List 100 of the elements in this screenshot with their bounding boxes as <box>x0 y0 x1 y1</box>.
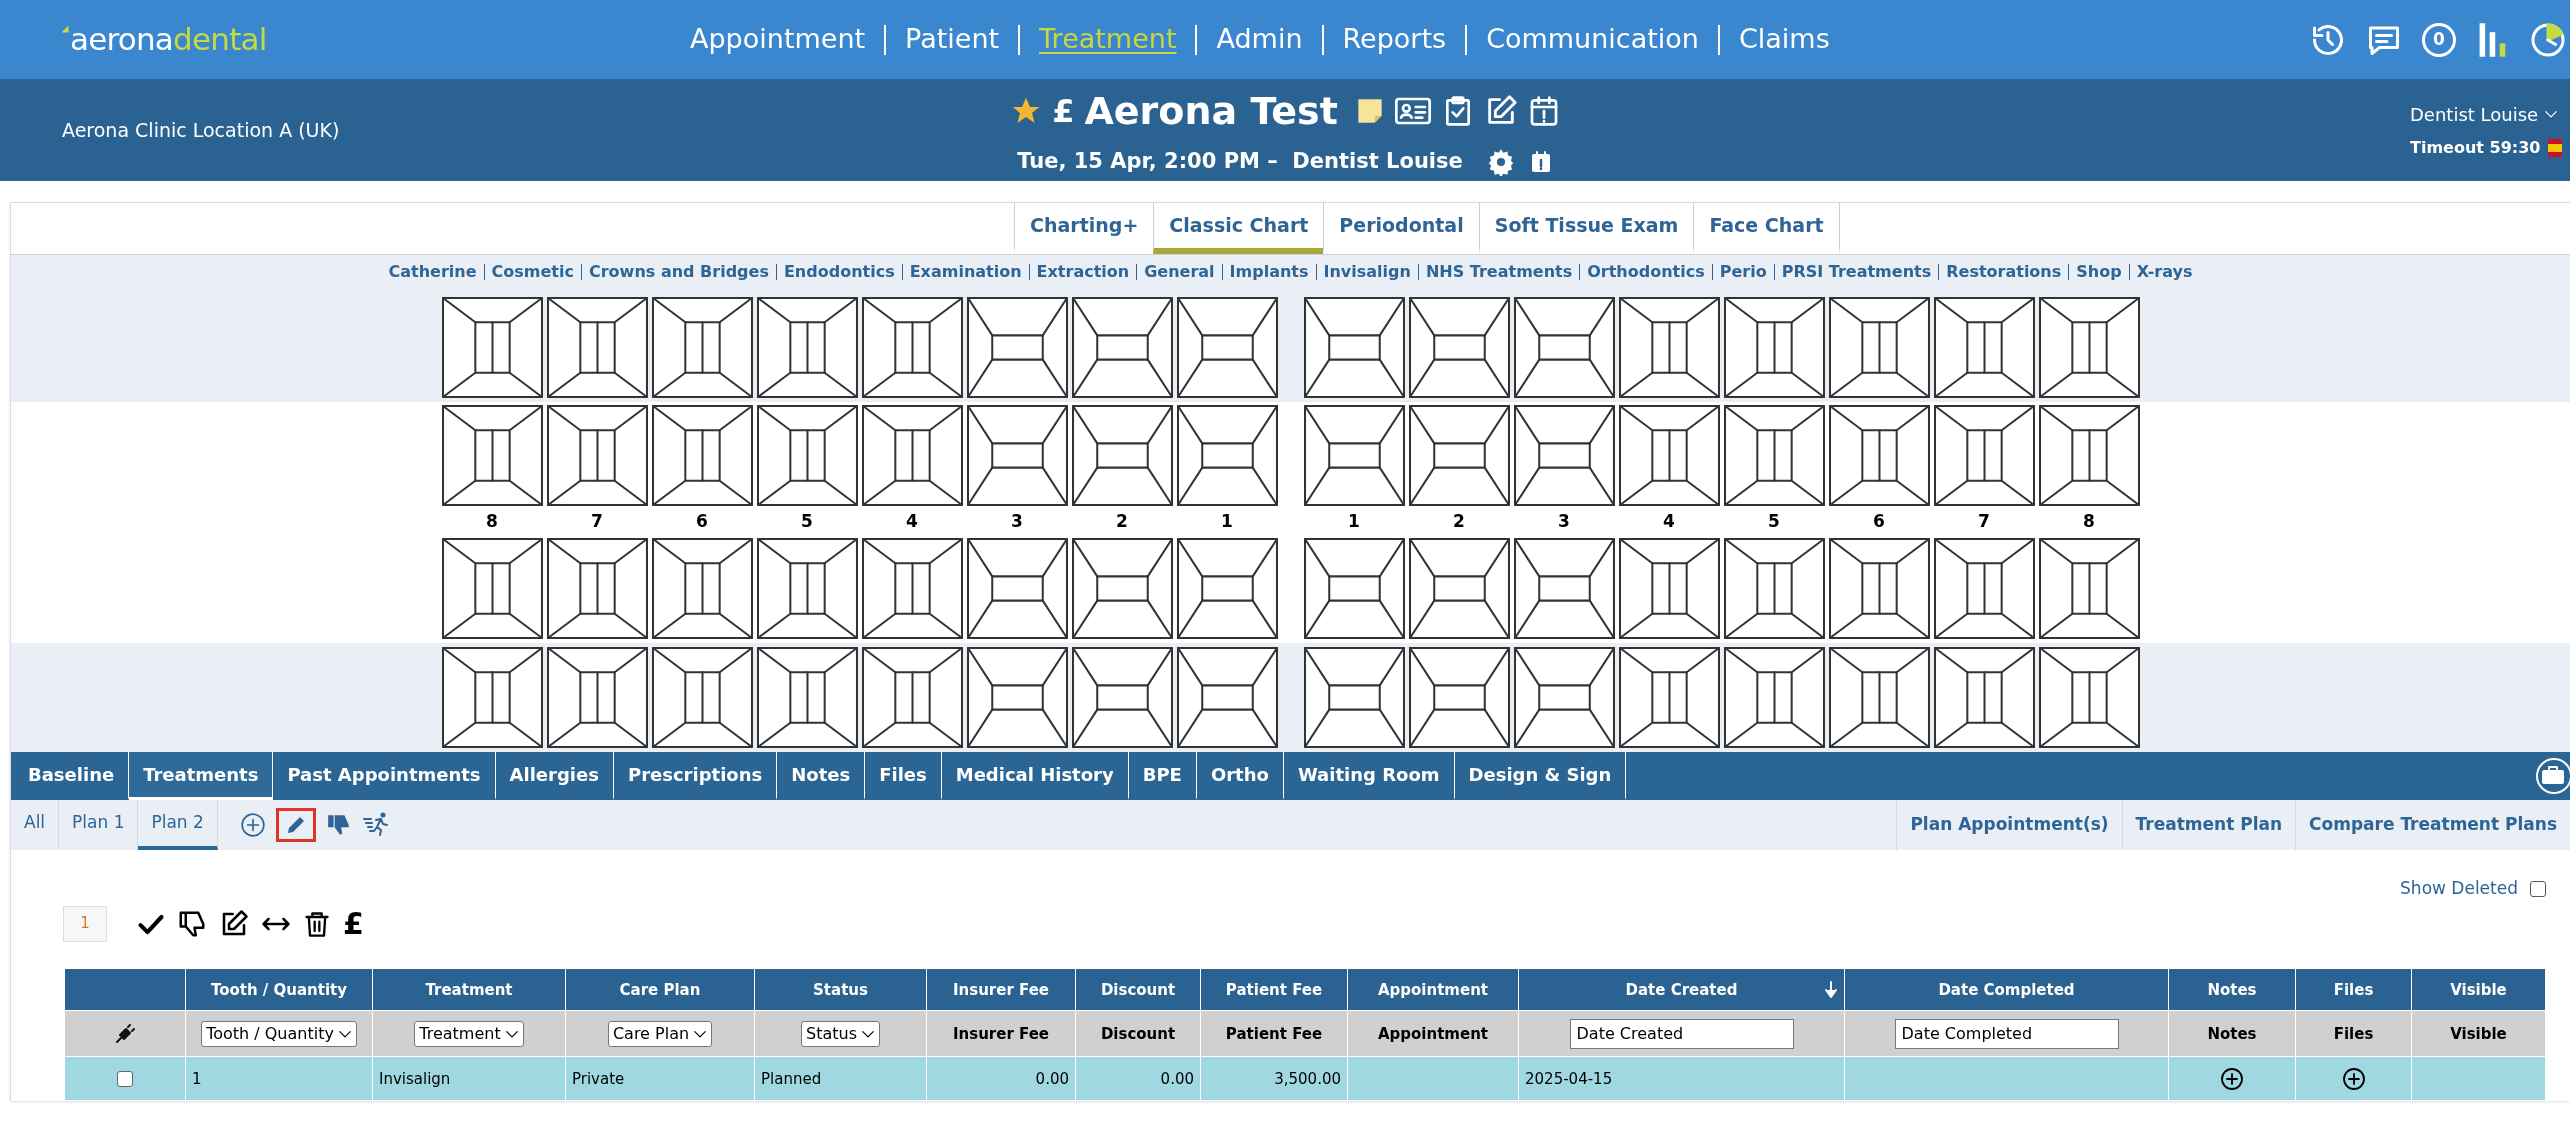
category-link[interactable]: Examination <box>909 260 1022 284</box>
tooth-diagram[interactable] <box>546 405 648 506</box>
tooth-diagram[interactable] <box>861 297 963 398</box>
tooth-diagram[interactable] <box>1828 405 1930 506</box>
tooth-diagram[interactable] <box>1513 647 1615 748</box>
category-link[interactable]: Perio <box>1719 260 1767 284</box>
plan-link[interactable]: Treatment Plan <box>2121 800 2296 850</box>
filter-field[interactable]: Date Created <box>1569 1018 1794 1049</box>
category-link[interactable]: Orthodontics <box>1587 260 1705 284</box>
tooth-diagram[interactable] <box>1723 297 1825 398</box>
tooth-diagram[interactable] <box>1828 297 1930 398</box>
tooth-diagram[interactable] <box>1933 405 2035 506</box>
tooth-diagram[interactable] <box>1723 647 1825 748</box>
tooth-diagram[interactable] <box>651 297 753 398</box>
user-name[interactable]: Dentist Louise <box>2410 100 2539 128</box>
tooth-diagram[interactable] <box>756 297 858 398</box>
tooth-diagram[interactable] <box>1071 297 1173 398</box>
plan-tab[interactable]: Plan 2 <box>138 800 218 850</box>
tooth-diagram[interactable] <box>861 405 963 506</box>
plan-link[interactable]: Compare Treatment Plans <box>2295 800 2570 850</box>
tooth-diagram[interactable] <box>1408 405 1510 506</box>
patient-name[interactable]: Aerona Test <box>1084 82 1338 140</box>
currency-button[interactable]: £ <box>343 908 364 939</box>
column-header[interactable]: Care Plan <box>619 980 701 999</box>
tooth-diagram[interactable] <box>1933 297 2035 398</box>
tooth-diagram[interactable] <box>966 297 1068 398</box>
edit-button[interactable] <box>275 808 316 842</box>
nav-link[interactable]: Patient <box>905 19 1000 60</box>
tooth-diagram[interactable] <box>651 647 753 748</box>
tooth-diagram[interactable] <box>966 538 1068 639</box>
nav-link[interactable]: Reports <box>1342 19 1447 60</box>
filter-field[interactable]: Date Completed <box>1894 1018 2119 1049</box>
tooth-diagram[interactable] <box>2038 297 2140 398</box>
column-header[interactable]: Status <box>813 980 868 999</box>
category-link[interactable]: PRSI Treatments <box>1781 260 1932 284</box>
tooth-diagram[interactable] <box>1723 538 1825 639</box>
tooth-diagram[interactable] <box>1408 647 1510 748</box>
tooth-diagram[interactable] <box>441 405 543 506</box>
tooth-diagram[interactable] <box>1303 538 1405 639</box>
plug-icon[interactable] <box>113 1021 137 1046</box>
tooth-diagram[interactable] <box>2038 405 2140 506</box>
tooth-diagram[interactable] <box>1176 538 1278 639</box>
chart-tab[interactable]: Charting+ <box>1014 203 1154 254</box>
tooth-diagram[interactable] <box>1071 405 1173 506</box>
column-header[interactable]: Notes <box>2207 980 2257 999</box>
tooth-diagram[interactable] <box>966 405 1068 506</box>
tooth-diagram[interactable] <box>546 297 648 398</box>
column-header[interactable]: Files <box>2333 980 2374 999</box>
filter-select[interactable]: Treatment <box>414 1020 524 1047</box>
sticky-note-icon[interactable] <box>1355 97 1384 126</box>
category-link[interactable]: Endodontics <box>783 260 895 284</box>
nav-link[interactable]: Communication <box>1486 19 1699 60</box>
category-link[interactable]: NHS Treatments <box>1425 260 1573 284</box>
plus-circle-icon[interactable] <box>2341 1066 2366 1091</box>
tooth-diagram[interactable] <box>1071 538 1173 639</box>
tooth-diagram[interactable] <box>1408 538 1510 639</box>
nav-link[interactable]: Admin <box>1216 19 1303 60</box>
show-deleted-label[interactable]: Show Deleted <box>2400 876 2518 902</box>
plan-tab[interactable]: All <box>11 800 60 850</box>
tooth-diagram[interactable] <box>756 538 858 639</box>
tooth-diagram[interactable] <box>1303 297 1405 398</box>
tooth-diagram[interactable] <box>966 647 1068 748</box>
category-link[interactable]: Cosmetic <box>491 260 574 284</box>
logo[interactable]: aeronadental <box>60 24 690 55</box>
tooth-diagram[interactable] <box>1513 538 1615 639</box>
tooth-diagram[interactable] <box>651 538 753 639</box>
tooth-diagram[interactable] <box>861 647 963 748</box>
category-link[interactable]: X-rays <box>2136 260 2193 284</box>
category-link[interactable]: Implants <box>1229 260 1309 284</box>
tooth-diagram[interactable] <box>1618 405 1720 506</box>
filter-select[interactable]: Care Plan <box>607 1020 713 1047</box>
tooth-diagram[interactable] <box>1176 647 1278 748</box>
notification-count[interactable]: 0 <box>2422 22 2456 57</box>
nav-link[interactable]: Appointment <box>690 19 866 60</box>
category-link[interactable]: General <box>1144 260 1215 284</box>
show-deleted-checkbox[interactable] <box>2530 880 2546 897</box>
tooth-diagram[interactable] <box>1933 538 2035 639</box>
tooth-diagram[interactable] <box>441 647 543 748</box>
tooth-diagram[interactable] <box>1176 405 1278 506</box>
chart-tab[interactable]: Periodontal <box>1323 203 1479 254</box>
column-header[interactable]: Visible <box>2450 980 2507 999</box>
column-header[interactable]: Date Created <box>1625 980 1738 999</box>
chart-tab[interactable]: Soft Tissue Exam <box>1478 203 1694 254</box>
row-checkbox[interactable] <box>117 1071 133 1087</box>
tooth-diagram[interactable] <box>441 538 543 639</box>
tooth-diagram[interactable] <box>651 405 753 506</box>
tooth-diagram[interactable] <box>1828 538 1930 639</box>
sort-down-icon[interactable] <box>1824 981 1838 999</box>
briefcase-icon[interactable] <box>2534 756 2570 796</box>
tooth-diagram[interactable] <box>756 405 858 506</box>
tooth-diagram[interactable] <box>1303 647 1405 748</box>
tooth-diagram[interactable] <box>546 538 648 639</box>
tooth-diagram[interactable] <box>1618 538 1720 639</box>
tooth-diagram[interactable] <box>1828 647 1930 748</box>
tooth-diagram[interactable] <box>1071 647 1173 748</box>
tooth-diagram[interactable] <box>1618 297 1720 398</box>
tooth-diagram[interactable] <box>441 297 543 398</box>
tooth-diagram[interactable] <box>1513 297 1615 398</box>
tooth-diagram[interactable] <box>1723 405 1825 506</box>
tooth-diagram[interactable] <box>2038 647 2140 748</box>
